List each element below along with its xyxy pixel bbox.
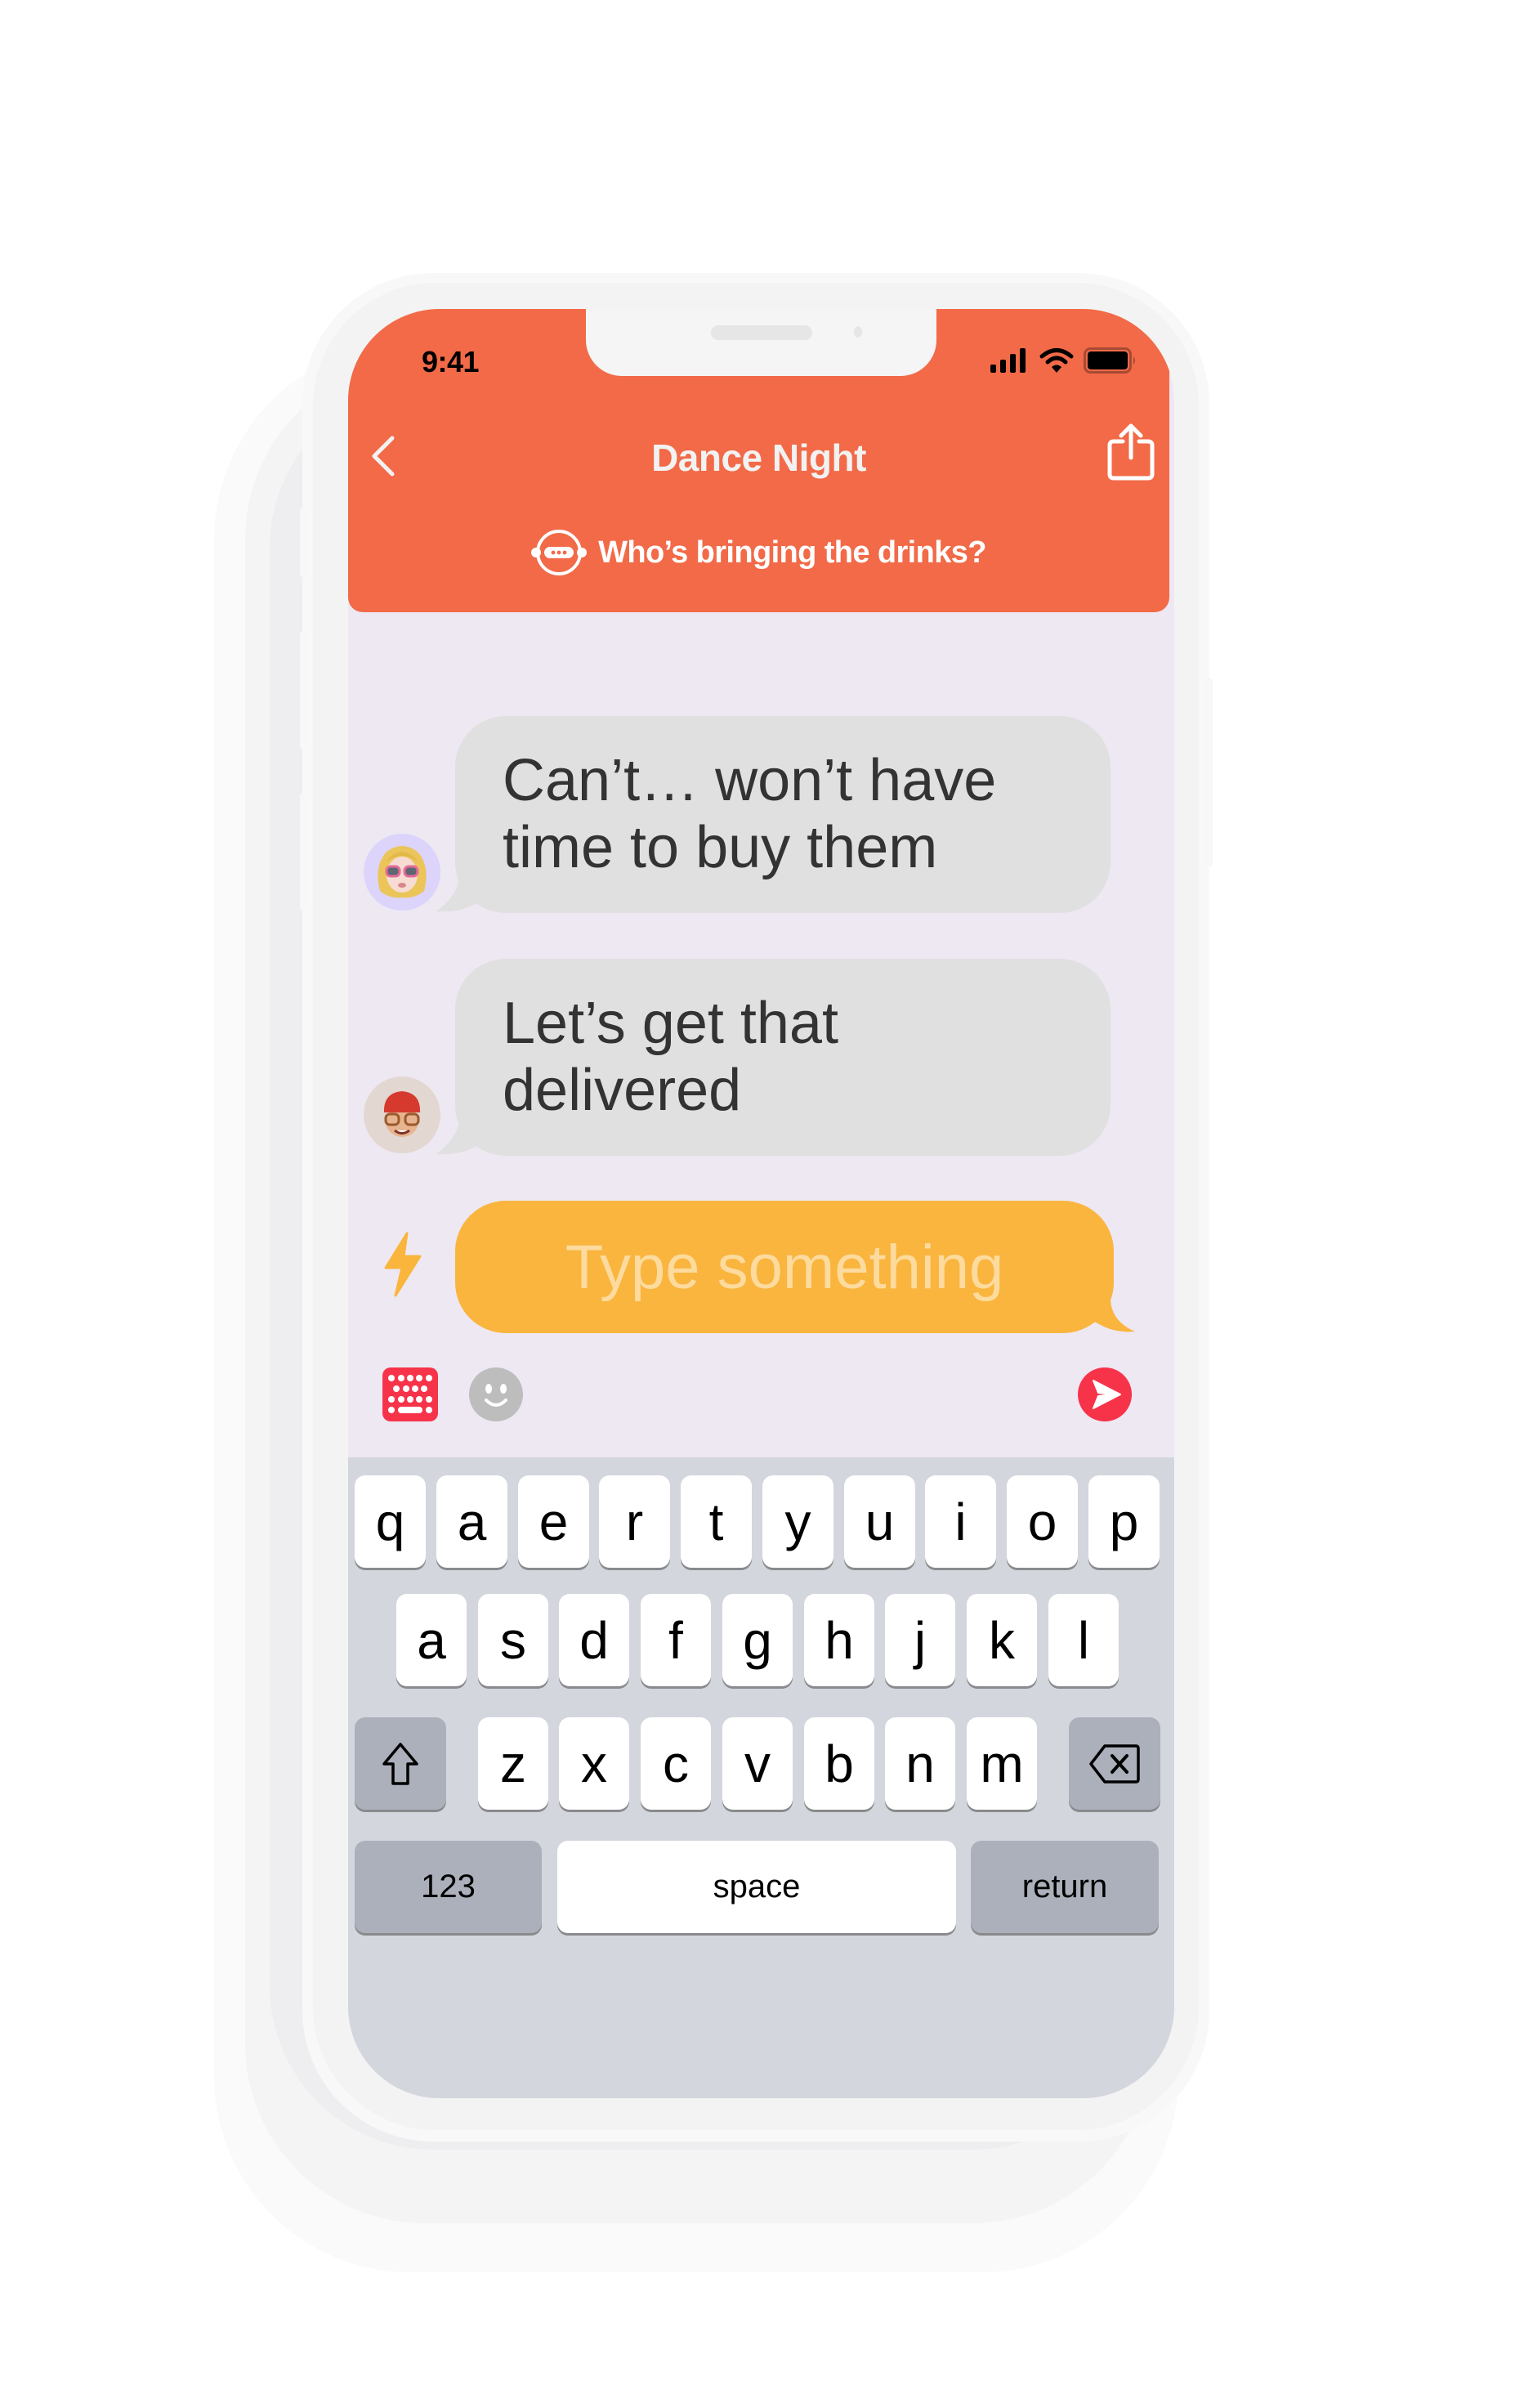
key[interactable]: y [762, 1475, 833, 1568]
key[interactable]: q [355, 1475, 426, 1568]
message-text: Let’s get that delivered [503, 991, 838, 1123]
space-key[interactable]: space [557, 1841, 956, 1933]
backspace-key[interactable] [1069, 1717, 1160, 1810]
key[interactable]: c [641, 1717, 711, 1810]
front-camera [854, 326, 862, 338]
message-composer [455, 1201, 1135, 1333]
key[interactable]: o [1007, 1475, 1078, 1568]
avatar[interactable] [364, 1076, 440, 1153]
bubble-tail [436, 1115, 485, 1155]
bubble-tail [436, 872, 485, 912]
power-button [1206, 678, 1213, 866]
key[interactable]: v [722, 1717, 793, 1810]
memoji-woman-avatar-icon [378, 846, 427, 898]
key[interactable]: e [518, 1475, 589, 1568]
status-time: 9:41 [422, 345, 480, 378]
phone-screen: 9:41 Dance Night Who’s bringing the drin… [348, 309, 1174, 2098]
memoji-man-avatar-icon [383, 1091, 421, 1137]
key[interactable]: l [1048, 1594, 1119, 1686]
key[interactable]: s [478, 1594, 548, 1686]
key[interactable]: x [559, 1717, 629, 1810]
emoji-icon [469, 1367, 523, 1421]
quick-reply-button[interactable] [382, 1232, 423, 1297]
avatar[interactable] [364, 834, 440, 911]
key[interactable]: j [885, 1594, 955, 1686]
key[interactable]: d [559, 1594, 629, 1686]
silent-switch [300, 508, 306, 577]
message-bubble: Can’t… won’t have time to buy them [436, 716, 1111, 913]
key[interactable]: g [722, 1594, 793, 1686]
key[interactable]: m [967, 1717, 1037, 1810]
send-icon [1078, 1367, 1132, 1421]
speaker-grille [711, 325, 812, 340]
shift-key[interactable] [355, 1717, 446, 1810]
key[interactable]: a [436, 1475, 507, 1568]
message-bubble: Let’s get that delivered [436, 959, 1111, 1156]
key[interactable]: k [967, 1594, 1037, 1686]
lightning-icon [384, 1232, 422, 1297]
send-button[interactable] [1078, 1367, 1132, 1421]
keyboard-toggle-button[interactable] [382, 1367, 438, 1421]
emoji-button[interactable] [469, 1367, 523, 1421]
chat-header: 9:41 Dance Night Who’s bringing the drin… [348, 309, 1169, 612]
key[interactable]: b [804, 1717, 874, 1810]
key[interactable]: u [844, 1475, 915, 1568]
key[interactable]: r [599, 1475, 670, 1568]
battery-icon [1084, 347, 1135, 374]
volume-up-button [300, 632, 306, 749]
share-button[interactable] [1106, 423, 1155, 481]
key[interactable]: n [885, 1717, 955, 1810]
share-icon [1107, 423, 1155, 481]
key[interactable]: z [478, 1717, 548, 1810]
keyboard-icon [382, 1367, 438, 1421]
chat-subtitle: Who’s bringing the drinks? [598, 535, 986, 570]
backspace-icon [1089, 1743, 1140, 1784]
key[interactable]: p [1088, 1475, 1160, 1568]
numbers-key[interactable]: 123 [355, 1841, 542, 1933]
chat-topic: Who’s bringing the drinks? [348, 528, 1169, 577]
message-input[interactable] [455, 1201, 1114, 1333]
chat-bot-icon [531, 530, 588, 575]
key[interactable]: t [681, 1475, 752, 1568]
chat-title: Dance Night [651, 436, 866, 479]
phone-notch [586, 309, 936, 376]
message-text: Can’t… won’t have time to buy them [503, 748, 997, 880]
key[interactable]: h [804, 1594, 874, 1686]
return-key[interactable]: return [971, 1841, 1159, 1933]
wifi-icon [1039, 348, 1074, 373]
volume-down-button [300, 793, 306, 911]
shift-icon [382, 1742, 418, 1785]
key[interactable]: i [925, 1475, 996, 1568]
key[interactable]: a [396, 1594, 467, 1686]
on-screen-keyboard: q a e r t y u i o p a s d f g h j k l z … [348, 1457, 1174, 2098]
cellular-signal-icon [990, 348, 1026, 373]
key[interactable]: f [641, 1594, 711, 1686]
status-icons [990, 347, 1137, 374]
